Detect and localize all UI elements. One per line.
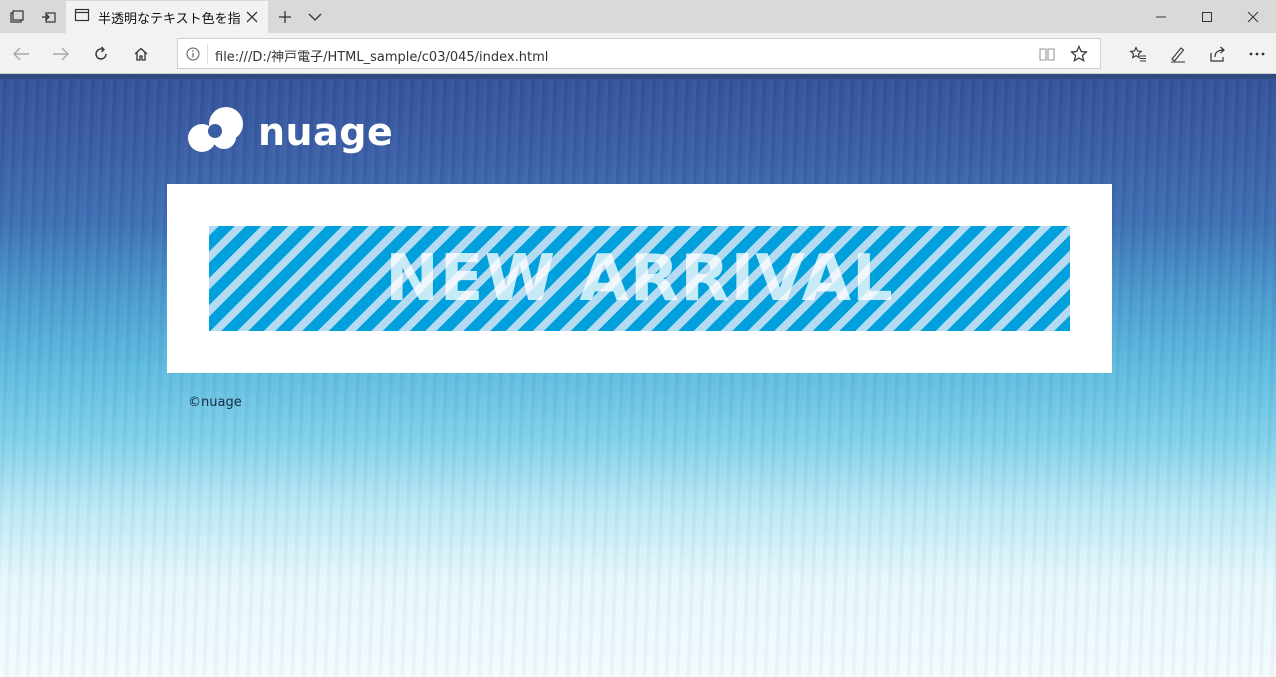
plus-icon[interactable]	[272, 0, 298, 33]
address-bar[interactable]: file:///D:/神戸電子/HTML_sample/c03/045/inde…	[177, 38, 1101, 69]
back-arrow-icon[interactable]	[4, 37, 38, 71]
chevron-down-icon[interactable]	[302, 0, 328, 33]
logo-text: nuage	[258, 110, 394, 154]
maximize-icon[interactable]	[1184, 0, 1230, 33]
url-text[interactable]: file:///D:/神戸電子/HTML_sample/c03/045/inde…	[215, 46, 548, 65]
site-logo[interactable]: nuage	[188, 107, 394, 157]
page-content: nuage NEW ARRIVAL ©nuage	[0, 79, 1276, 677]
navigation-bar: file:///D:/神戸電子/HTML_sample/c03/045/inde…	[0, 33, 1276, 74]
home-icon[interactable]	[124, 37, 158, 71]
browser-tab[interactable]: 半透明なテキスト色を指定	[66, 1, 268, 33]
window-close-icon[interactable]	[1230, 0, 1276, 33]
favorites-icon[interactable]	[1121, 37, 1155, 71]
banner-heading: NEW ARRIVAL	[385, 241, 894, 316]
close-icon[interactable]	[242, 7, 262, 27]
tab-title: 半透明なテキスト色を指定	[98, 11, 240, 27]
content-card: NEW ARRIVAL	[167, 184, 1112, 373]
refresh-icon[interactable]	[84, 37, 118, 71]
pen-icon[interactable]	[1161, 37, 1195, 71]
tab-bar: 半透明なテキスト色を指定	[0, 0, 1276, 33]
minimize-icon[interactable]	[1138, 0, 1184, 33]
reading-view-icon[interactable]	[1036, 44, 1058, 64]
page-icon	[74, 7, 90, 27]
more-icon[interactable]	[1240, 37, 1274, 71]
footer-copyright: ©nuage	[188, 395, 242, 410]
forward-arrow-icon[interactable]	[44, 37, 78, 71]
star-icon[interactable]	[1068, 44, 1090, 64]
address-divider	[207, 44, 208, 64]
info-icon[interactable]	[184, 45, 202, 63]
tabs-aside-icon[interactable]	[33, 0, 65, 33]
cloud-logo-icon	[188, 107, 246, 157]
share-icon[interactable]	[1201, 37, 1235, 71]
new-arrival-banner: NEW ARRIVAL	[209, 226, 1070, 331]
tab-actions-icon[interactable]	[1, 0, 33, 33]
